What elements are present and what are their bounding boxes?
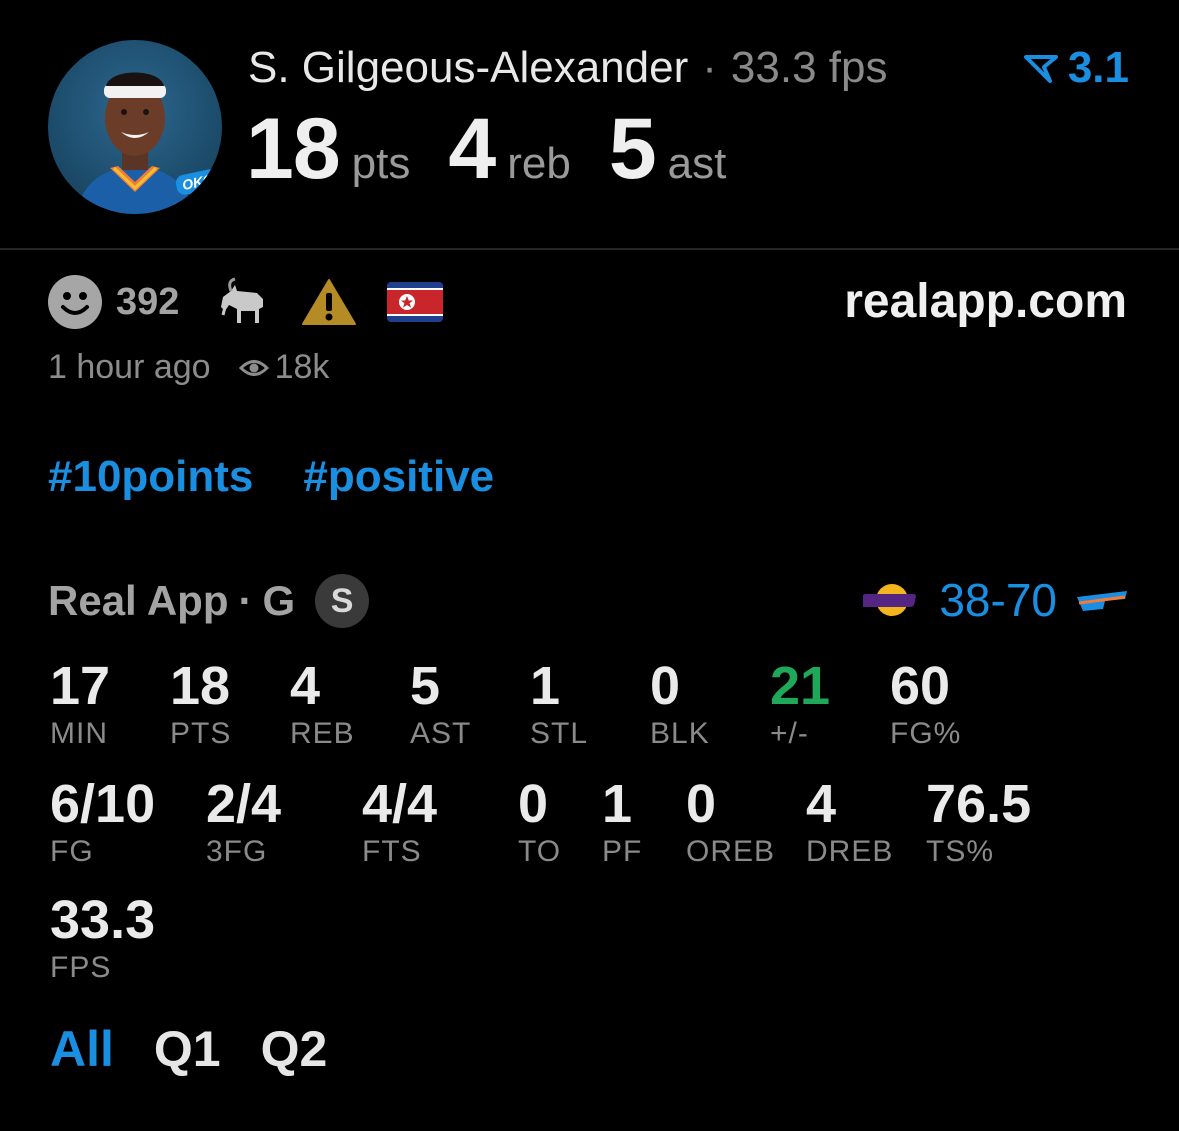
player-name[interactable]: S. Gilgeous-Alexander: [248, 43, 688, 93]
rating-badge[interactable]: 3.1: [1023, 43, 1129, 92]
separator-dot: ·: [702, 43, 717, 92]
game-score[interactable]: 38-70: [863, 572, 1129, 628]
player-post-card: OKC S. Gilgeous-Alexander · 33.3 fps 3.1…: [0, 0, 1179, 1131]
stat-fg: 6/10 FG: [50, 776, 155, 872]
headline-rebounds-value: 4: [448, 101, 496, 197]
flag-icon[interactable]: [387, 282, 444, 322]
stat-stl: 1 STL: [530, 658, 588, 754]
stat-pf: 1 PF: [602, 776, 642, 872]
headline-assists-unit: ast: [667, 139, 727, 188]
stat-fts: 4/4 FTS: [362, 776, 437, 872]
stat-value: 4/4: [362, 774, 438, 834]
view-count: 18k: [274, 348, 330, 386]
headline-stats: 18 pts 4 reb 5 ast: [246, 100, 726, 199]
headline-points-unit: pts: [351, 139, 411, 188]
status-badge[interactable]: S: [315, 574, 370, 628]
headline-assists-value: 5: [608, 101, 657, 197]
stat-value: 4: [806, 774, 837, 834]
stat-label: REB: [290, 717, 355, 750]
stat-label: TS%: [926, 835, 995, 868]
stat-oreb: 0 OREB: [686, 776, 775, 872]
headline-rebounds-unit: reb: [507, 139, 571, 188]
tab-q1[interactable]: Q1: [154, 1020, 221, 1078]
eye-icon: [238, 357, 269, 379]
time-ago: 1 hour ago: [48, 348, 211, 386]
stat-label: STL: [530, 717, 589, 750]
period-tabs: All Q1 Q2: [50, 1020, 367, 1078]
stat-ast: 5 AST: [410, 658, 471, 754]
stat-label: DREB: [806, 835, 894, 868]
stat-label: OREB: [686, 835, 776, 868]
smile-icon[interactable]: [48, 275, 102, 329]
stat-fg-pct: 60 FG%: [890, 658, 961, 754]
warning-icon[interactable]: [301, 277, 357, 327]
headline-points: 18 pts: [246, 100, 410, 199]
stat-value: 0: [686, 774, 717, 834]
hashtag-positive[interactable]: #positive: [303, 452, 494, 502]
reaction-count: 392: [116, 280, 180, 323]
stat-value: 33.3: [50, 890, 156, 950]
player-avatar[interactable]: OKC: [48, 40, 222, 214]
okc-logo-icon: [1077, 591, 1127, 611]
stat-label: +/-: [770, 717, 809, 750]
stat-label: FTS: [362, 835, 422, 868]
stat-label: AST: [410, 717, 472, 750]
stat-value: 76.5: [926, 774, 1032, 834]
stat-to: 0 TO: [518, 776, 561, 872]
stat-label: FG: [50, 835, 94, 868]
stat-label: PF: [602, 835, 643, 868]
stat-value: 4: [290, 656, 321, 716]
source-label: Real App: [48, 577, 229, 624]
headline-points-value: 18: [246, 101, 341, 197]
tab-all[interactable]: All: [50, 1020, 114, 1078]
score-value: 38-70: [939, 574, 1057, 626]
post-meta: 1 hour ago 18k: [48, 348, 329, 387]
stat-value: 2/4: [206, 774, 282, 834]
stat-3fg: 2/4 3FG: [206, 776, 281, 872]
stat-value: 6/10: [50, 774, 156, 834]
stat-label: FPS: [50, 951, 112, 984]
stat-value: 1: [530, 656, 561, 716]
stat-label: MIN: [50, 717, 108, 750]
player-position: G: [262, 577, 296, 624]
stat-reb: 4 REB: [290, 658, 355, 754]
stat-value: 60: [890, 656, 951, 716]
stat-value: 21: [770, 656, 831, 716]
stat-fps: 33.3 FPS: [50, 892, 155, 988]
rating-value: 3.1: [1067, 43, 1129, 92]
stat-label: FG%: [890, 717, 962, 750]
hashtag-10points[interactable]: #10points: [48, 452, 253, 502]
stat-value: 1: [602, 774, 633, 834]
source-separator: ·: [238, 577, 253, 624]
stat-pts: 18 PTS: [170, 658, 231, 754]
tab-q2[interactable]: Q2: [261, 1020, 328, 1078]
stat-value: 0: [650, 656, 681, 716]
stat-value: 5: [410, 656, 441, 716]
stat-plus-minus: 21 +/-: [770, 658, 830, 754]
goat-icon[interactable]: [215, 277, 271, 327]
stat-ts-pct: 76.5 TS%: [926, 776, 1031, 872]
stat-dreb: 4 DREB: [806, 776, 893, 872]
reactions-row: 392: [48, 272, 473, 332]
player-header: S. Gilgeous-Alexander · 33.3 fps: [248, 40, 887, 96]
stat-label: BLK: [650, 717, 710, 750]
site-link[interactable]: realapp.com: [844, 274, 1127, 329]
stat-min: 17 MIN: [50, 658, 110, 754]
header-divider: [0, 248, 1179, 250]
headline-assists: 5 ast: [609, 100, 727, 199]
fps-summary: 33.3 fps: [730, 43, 888, 92]
hashtags: #10points #positive: [48, 452, 494, 502]
rating-arrow-icon: [1023, 55, 1058, 83]
stat-label: PTS: [170, 717, 232, 750]
game-source-line: Real App · G S: [48, 574, 370, 628]
stat-label: TO: [518, 835, 562, 868]
lakers-logo-icon: [863, 584, 917, 616]
stat-value: 18: [170, 656, 231, 716]
stat-value: 17: [50, 656, 111, 716]
stat-label: 3FG: [206, 835, 268, 868]
stat-value: 0: [518, 774, 549, 834]
headline-rebounds: 4 reb: [448, 100, 570, 199]
stat-blk: 0 BLK: [650, 658, 710, 754]
